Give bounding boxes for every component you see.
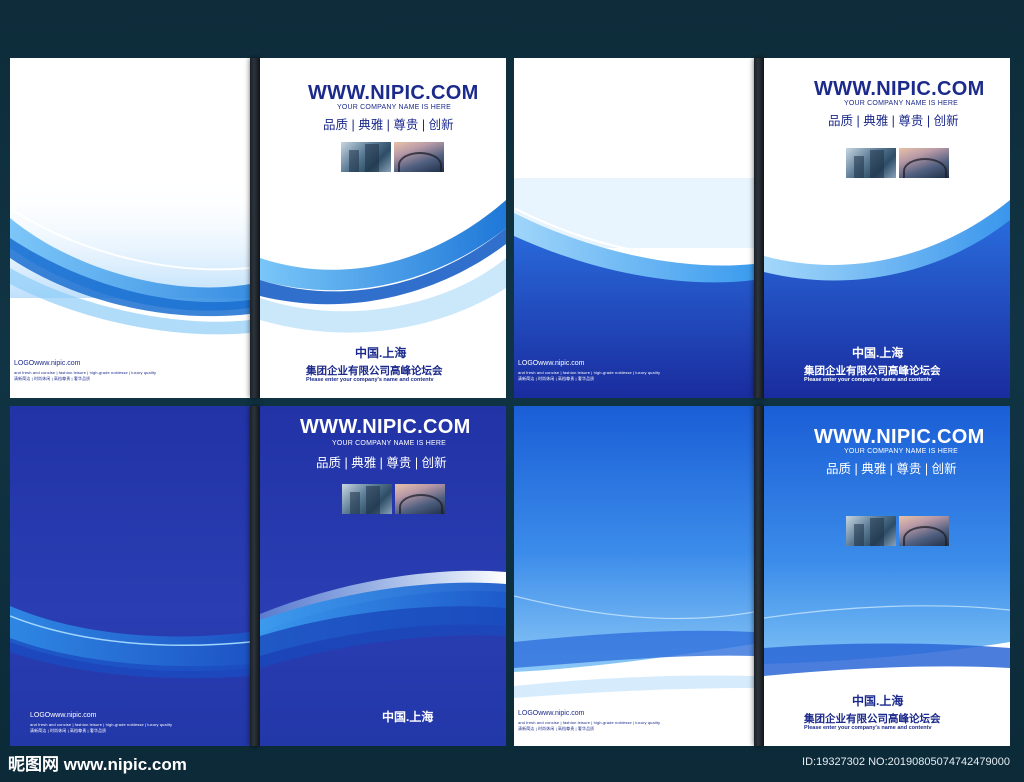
photo-strip xyxy=(846,516,949,546)
building-photo xyxy=(846,148,896,178)
back-cover: LOGOwww.nipic.com and fresh and concise … xyxy=(10,58,250,398)
logo-text: LOGOwww.nipic.com xyxy=(518,710,585,717)
front-cover: WWW.NIPIC.COM YOUR COMPANY NAME IS HERE … xyxy=(260,58,506,398)
bridge-photo xyxy=(395,484,445,514)
site-title: WWW.NIPIC.COM xyxy=(814,78,985,100)
brochure-mockup-3: LOGOwww.nipic.com and fresh and concise … xyxy=(10,406,506,746)
tagline-cn: 清新简洁 | 时尚休闲 | 高档尊贵 | 奢华品质 xyxy=(518,376,595,381)
tagline-en: and fresh and concise | fashion leisure … xyxy=(518,370,661,375)
photo-strip xyxy=(342,484,445,514)
wave-graphic xyxy=(514,406,754,698)
tagline-cn: 清新简洁 | 时尚休闲 | 高档尊贵 | 奢华品质 xyxy=(518,726,595,731)
forum-title: 集团企业有限公司高峰论坛会 xyxy=(804,365,941,377)
spine xyxy=(754,58,764,398)
site-title: WWW.NIPIC.COM xyxy=(814,426,985,448)
front-cover: WWW.NIPIC.COM YOUR COMPANY NAME IS HERE … xyxy=(764,406,1010,746)
brochure-mockup-4: LOGOwww.nipic.com and fresh and concise … xyxy=(514,406,1010,746)
logo-text: LOGOwww.nipic.com xyxy=(30,712,97,719)
tagline-en: and fresh and concise | fashion leisure … xyxy=(518,720,661,725)
slogan: 品质 | 典雅 | 尊贵 | 创新 xyxy=(828,114,959,128)
photo-strip xyxy=(846,148,949,178)
tagline-en: and fresh and concise | fashion leisure … xyxy=(30,722,173,727)
tagline-cn: 清新简洁 | 时尚休闲 | 高档尊贵 | 奢华品质 xyxy=(14,376,91,381)
front-cover: WWW.NIPIC.COM YOUR COMPANY NAME IS HERE … xyxy=(260,406,506,746)
wave-graphic xyxy=(10,606,250,679)
company-name: YOUR COMPANY NAME IS HERE xyxy=(844,448,959,455)
canvas: LOGOwww.nipic.com and fresh and concise … xyxy=(0,0,1024,782)
forum-title: 集团企业有限公司高峰论坛会 xyxy=(804,713,941,725)
prompt-text: Please enter your company's name and con… xyxy=(804,377,932,383)
city: 中国.上海 xyxy=(852,346,904,360)
building-photo xyxy=(846,516,896,546)
forum-title: 集团企业有限公司高峰论坛会 xyxy=(306,365,443,377)
site-title: WWW.NIPIC.COM xyxy=(308,82,479,104)
prompt-text: Please enter your company's name and con… xyxy=(306,377,434,383)
company-name: YOUR COMPANY NAME IS HERE xyxy=(844,100,959,107)
back-cover: LOGOwww.nipic.com and fresh and concise … xyxy=(514,58,754,398)
bridge-photo xyxy=(899,148,949,178)
bridge-photo xyxy=(394,142,444,172)
back-cover: LOGOwww.nipic.com and fresh and concise … xyxy=(10,406,250,746)
tagline-cn: 清新简洁 | 时尚休闲 | 高档尊贵 | 奢华品质 xyxy=(30,728,107,733)
slogan: 品质 | 典雅 | 尊贵 | 创新 xyxy=(323,118,454,132)
prompt-text: Please enter your company's name and con… xyxy=(804,725,932,731)
logo-text: LOGOwww.nipic.com xyxy=(518,360,585,367)
watermark-id: ID:19327302 NO:20190805074742479000 xyxy=(802,756,1010,768)
company-name: YOUR COMPANY NAME IS HERE xyxy=(337,104,452,111)
brochure-mockup-1: LOGOwww.nipic.com and fresh and concise … xyxy=(10,58,506,398)
watermark-logo: 昵图网 www.nipic.com xyxy=(8,755,187,774)
city: 中国.上海 xyxy=(355,346,407,360)
spine xyxy=(250,58,260,398)
building-photo xyxy=(341,142,391,172)
tagline-en: and fresh and concise | fashion leisure … xyxy=(14,370,157,375)
spine xyxy=(754,406,764,746)
wave-graphic xyxy=(514,178,754,398)
slogan: 品质 | 典雅 | 尊贵 | 创新 xyxy=(826,462,957,476)
brochure-mockup-2: LOGOwww.nipic.com and fresh and concise … xyxy=(514,58,1010,398)
building-photo xyxy=(342,484,392,514)
photo-strip xyxy=(341,142,444,172)
wave-graphic xyxy=(10,178,250,335)
site-title: WWW.NIPIC.COM xyxy=(300,416,471,438)
city: 中国.上海 xyxy=(852,694,904,708)
city: 中国.上海 xyxy=(382,710,434,724)
company-name: YOUR COMPANY NAME IS HERE xyxy=(332,440,447,447)
spine xyxy=(250,406,260,746)
bridge-photo xyxy=(899,516,949,546)
back-cover: LOGOwww.nipic.com and fresh and concise … xyxy=(514,406,754,746)
logo-text: LOGOwww.nipic.com xyxy=(14,360,81,367)
front-cover: WWW.NIPIC.COM YOUR COMPANY NAME IS HERE … xyxy=(764,58,1010,398)
slogan: 品质 | 典雅 | 尊贵 | 创新 xyxy=(316,456,447,470)
